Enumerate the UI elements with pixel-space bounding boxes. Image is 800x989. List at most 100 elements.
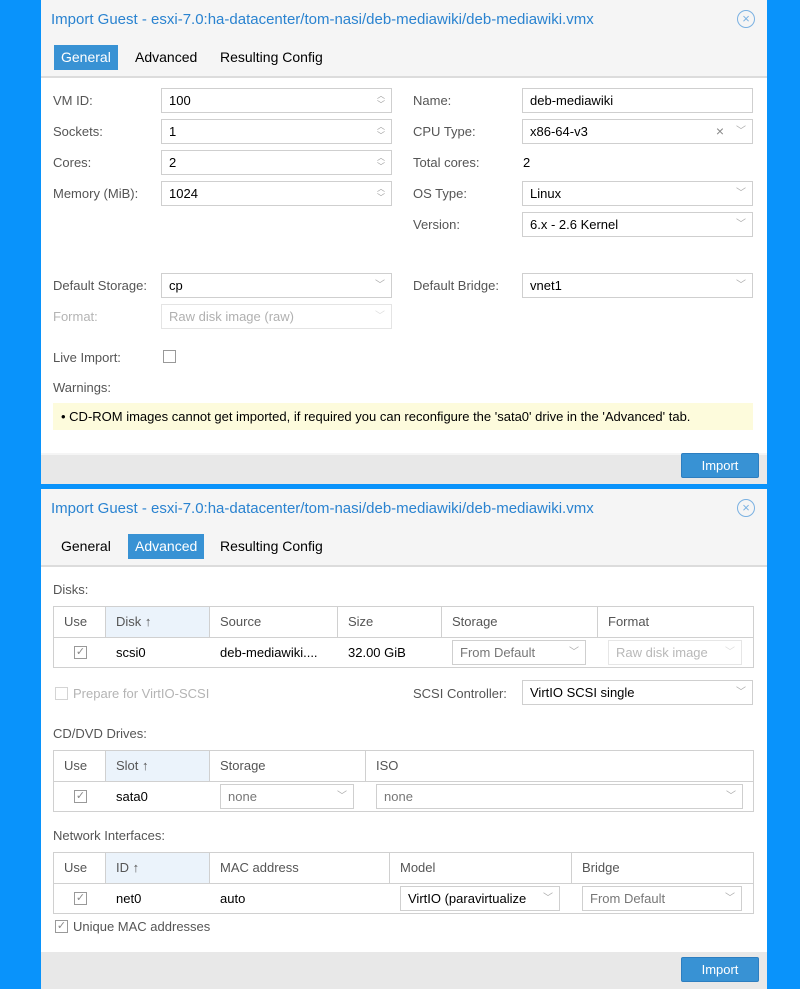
sockets-value: 1	[169, 124, 177, 139]
use-checkbox[interactable]: ✓	[74, 790, 87, 803]
memory-value: 1024	[169, 186, 198, 201]
disk-storage-select[interactable]: From Default ﹀	[452, 640, 586, 665]
default-storage-label: Default Storage:	[53, 278, 147, 293]
chevron-down-icon[interactable]: ﹀	[569, 641, 579, 664]
cpu-type-select[interactable]: x86-64-v3 × ﹀	[522, 119, 753, 144]
dialog-footer: Import	[41, 453, 767, 484]
source-cell: deb-mediawiki....	[220, 645, 318, 660]
vm-id-label: VM ID:	[53, 93, 93, 108]
memory-input[interactable]: 1024 ︿ ﹀	[161, 181, 392, 206]
column-header-bridge[interactable]: Bridge	[572, 853, 755, 883]
column-header-iso[interactable]: ISO	[366, 751, 755, 781]
disk-storage-value: From Default	[460, 645, 536, 660]
grid-header: Use Slot ↑ Storage ISO	[54, 751, 753, 782]
column-header-source[interactable]: Source	[210, 607, 338, 637]
disks-grid: Use Disk ↑ Source Size Storage Format ✓ …	[53, 606, 754, 668]
chevron-down-icon[interactable]: ﹀	[375, 274, 385, 297]
name-input[interactable]: deb-mediawiki	[522, 88, 753, 113]
column-header-slot[interactable]: Slot ↑	[106, 751, 210, 781]
model-value: VirtIO (paravirtualize	[408, 891, 527, 906]
cores-input[interactable]: 2 ︿ ﹀	[161, 150, 392, 175]
model-select[interactable]: VirtIO (paravirtualize ﹀	[400, 886, 560, 911]
default-storage-select[interactable]: cp ﹀	[161, 273, 392, 298]
unique-mac-checkbox[interactable]: ✓	[55, 920, 68, 933]
spinner-icon[interactable]: ︿ ﹀	[377, 153, 385, 171]
sockets-input[interactable]: 1 ︿ ﹀	[161, 119, 392, 144]
cd-storage-select[interactable]: none ﹀	[220, 784, 354, 809]
default-bridge-label: Default Bridge:	[413, 278, 499, 293]
prepare-virtio-label: Prepare for VirtIO-SCSI	[73, 686, 210, 701]
grid-header: Use Disk ↑ Source Size Storage Format	[54, 607, 753, 638]
cores-value: 2	[169, 155, 177, 170]
scsi-controller-select[interactable]: VirtIO SCSI single ﹀	[522, 680, 753, 705]
column-header-format[interactable]: Format	[598, 607, 755, 637]
sockets-label: Sockets:	[53, 124, 103, 139]
close-icon[interactable]: ×	[737, 499, 755, 517]
chevron-down-icon[interactable]: ﹀	[726, 785, 736, 808]
chevron-down-icon[interactable]: ﹀	[736, 213, 746, 236]
use-checkbox[interactable]: ✓	[74, 646, 87, 659]
mac-cell: auto	[220, 891, 246, 906]
network-grid: Use ID ↑ MAC address Model Bridge ✓ net0…	[53, 852, 754, 914]
grid-header: Use ID ↑ MAC address Model Bridge	[54, 853, 753, 884]
scsi-controller-value: VirtIO SCSI single	[530, 685, 635, 700]
column-header-use[interactable]: Use	[54, 853, 106, 883]
general-panel: VM ID: 100 ︿ ﹀ Sockets: 1 ︿ ﹀ Cores: 2 ︿ ﹀ …	[41, 78, 767, 453]
tab-resulting-config[interactable]: Resulting Config	[213, 534, 330, 559]
column-header-id[interactable]: ID ↑	[106, 853, 210, 883]
disks-label: Disks:	[53, 582, 89, 597]
default-storage-value: cp	[169, 278, 183, 293]
chevron-down-icon[interactable]: ﹀	[725, 887, 735, 910]
tab-advanced[interactable]: Advanced	[128, 534, 205, 559]
clear-icon[interactable]: ×	[716, 120, 724, 143]
import-button[interactable]: Import	[681, 957, 759, 982]
chevron-down-icon[interactable]: ﹀	[736, 681, 746, 704]
cd-iso-select[interactable]: none ﹀	[376, 784, 743, 809]
column-header-use[interactable]: Use	[54, 607, 106, 637]
os-type-label: OS Type:	[413, 186, 467, 201]
column-header-disk[interactable]: Disk ↑	[106, 607, 210, 637]
slot-cell: sata0	[116, 789, 148, 804]
tab-resulting-config[interactable]: Resulting Config	[213, 45, 330, 70]
chevron-down-icon[interactable]: ﹀	[337, 785, 347, 808]
import-button[interactable]: Import	[681, 453, 759, 478]
close-icon[interactable]: ×	[737, 10, 755, 28]
dialog-header: Import Guest - esxi-7.0:ha-datacenter/to…	[41, 0, 767, 40]
chevron-down-icon[interactable]: ﹀	[736, 274, 746, 297]
spinner-icon[interactable]: ︿ ﹀	[377, 184, 385, 202]
format-label: Format:	[53, 309, 98, 324]
total-cores-value: 2	[523, 155, 531, 170]
column-header-storage[interactable]: Storage	[210, 751, 366, 781]
tab-general[interactable]: General	[54, 45, 118, 70]
column-header-mac-address[interactable]: MAC address	[210, 853, 390, 883]
live-import-label: Live Import:	[53, 350, 121, 365]
chevron-down-icon: ﹀	[725, 647, 735, 658]
vm-id-input[interactable]: 100 ︿ ﹀	[161, 88, 392, 113]
format-select: Raw disk image (raw) ﹀	[161, 304, 392, 329]
tab-advanced[interactable]: Advanced	[128, 45, 204, 70]
column-header-size[interactable]: Size	[338, 607, 442, 637]
cd-dvd-grid: Use Slot ↑ Storage ISO ✓ sata0 none ﹀ no…	[53, 750, 754, 812]
scsi-controller-label: SCSI Controller:	[413, 686, 507, 701]
warning-message: • CD-ROM images cannot get imported, if …	[53, 403, 753, 430]
os-type-select[interactable]: Linux ﹀	[522, 181, 753, 206]
use-checkbox[interactable]: ✓	[74, 892, 87, 905]
cd-dvd-drives-label: CD/DVD Drives:	[53, 726, 147, 741]
default-bridge-select[interactable]: vnet1 ﹀	[522, 273, 753, 298]
live-import-checkbox[interactable]	[163, 350, 176, 363]
cd-storage-value: none	[228, 789, 257, 804]
chevron-down-icon[interactable]: ﹀	[736, 182, 746, 205]
chevron-down-icon[interactable]: ﹀	[543, 887, 553, 910]
column-header-model[interactable]: Model	[390, 853, 572, 883]
version-select[interactable]: 6.x - 2.6 Kernel ﹀	[522, 212, 753, 237]
column-header-use[interactable]: Use	[54, 751, 106, 781]
chevron-down-icon[interactable]: ﹀	[736, 120, 746, 143]
column-header-storage[interactable]: Storage	[442, 607, 598, 637]
spinner-icon[interactable]: ︿ ﹀	[377, 91, 385, 109]
bridge-select[interactable]: From Default ﹀	[582, 886, 742, 911]
cd-iso-value: none	[384, 789, 413, 804]
tab-general[interactable]: General	[54, 534, 118, 559]
import-guest-dialog-general: Import Guest - esxi-7.0:ha-datacenter/to…	[41, 0, 767, 484]
spinner-icon[interactable]: ︿ ﹀	[377, 122, 385, 140]
cpu-type-value: x86-64-v3	[530, 124, 588, 139]
